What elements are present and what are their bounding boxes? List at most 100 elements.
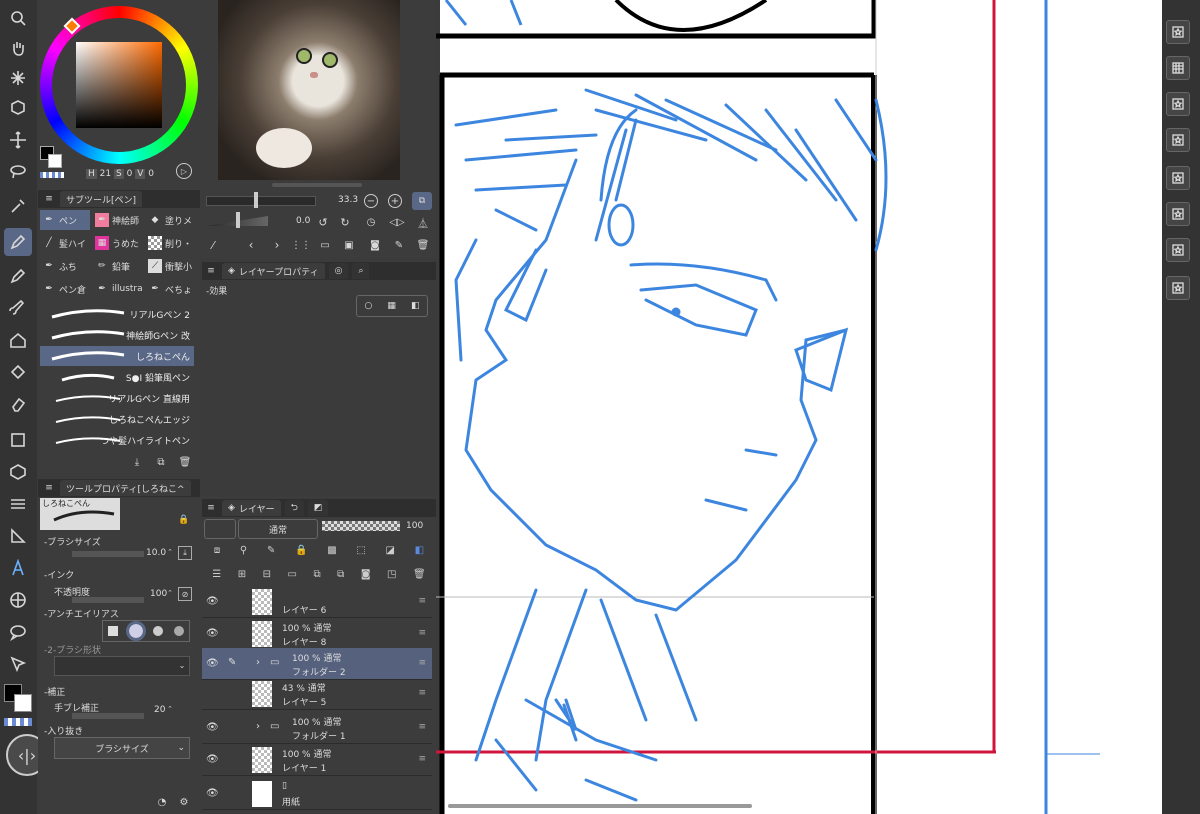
brush-preset-item[interactable]: つや髪ハイライトペン: [40, 430, 194, 450]
zoom-tool-icon[interactable]: [4, 4, 32, 32]
zoom-slider-handle[interactable]: [254, 192, 258, 208]
eyedropper-tool-icon[interactable]: [4, 192, 32, 220]
stepper-icon[interactable]: ⌃: [166, 587, 174, 599]
effect-buttons[interactable]: ○ ▦ ◧: [356, 295, 428, 317]
subtool-item[interactable]: ╱ 髪ハイ: [40, 233, 90, 253]
tab-layer-property[interactable]: ◈ レイヤープロパティ: [222, 263, 325, 279]
layer-row[interactable]: 👁 レイヤー 6 ≡: [202, 586, 432, 618]
subtool-item[interactable]: ✒ ふち: [40, 256, 90, 276]
eyedropper-small-icon[interactable]: ⁄: [206, 238, 220, 252]
brush-tool-icon[interactable]: [4, 294, 32, 322]
tab-layers[interactable]: ◈ レイヤー: [222, 500, 281, 516]
taper-select[interactable]: ブラシサイズ ⌄: [54, 737, 190, 759]
layer-row[interactable]: 👁 › ▭ 100 % 通常 フォルダー 1 ≡: [202, 712, 432, 744]
subtool-item[interactable]: ⟋ 衝撃小: [146, 256, 198, 276]
antialias-weak-icon[interactable]: [125, 621, 146, 641]
brush-preset-item[interactable]: しろねこぺんエッジ: [40, 409, 194, 429]
layer-color-icon[interactable]: ◧: [415, 545, 424, 556]
brush-shape-select[interactable]: [54, 656, 190, 676]
transfer-down-icon[interactable]: ⧉: [314, 569, 321, 580]
rotate-right-icon[interactable]: ↻: [338, 215, 352, 229]
folder-open-icon[interactable]: ▭: [318, 238, 332, 252]
new-canvas-icon[interactable]: ▣: [342, 238, 356, 252]
menu-icon[interactable]: ≡: [204, 503, 218, 513]
lock-transparent-icon[interactable]: ▩: [327, 545, 336, 556]
folder-expand-icon[interactable]: ›: [256, 657, 260, 668]
zoom-slider[interactable]: [206, 196, 316, 206]
eraser-tool-icon[interactable]: [4, 390, 32, 418]
hand-tool-icon[interactable]: [4, 34, 32, 62]
frame-tool-icon[interactable]: [4, 490, 32, 518]
tab-layer-search[interactable]: ◎: [328, 263, 349, 279]
stabilization-value[interactable]: 20: [154, 705, 165, 715]
size-menu-icon[interactable]: ⤓: [178, 546, 192, 560]
stepper-icon[interactable]: ⌃: [166, 546, 174, 558]
sub-color-chip[interactable]: [48, 154, 62, 168]
reset-icon[interactable]: ◔: [156, 796, 168, 808]
subtool-item[interactable]: ✒ illustra: [93, 279, 143, 299]
antialias-none-icon[interactable]: [108, 626, 119, 636]
brush-preset-item[interactable]: しろねこぺん: [40, 346, 194, 366]
visibility-eye-icon[interactable]: 👁: [206, 722, 219, 734]
mask-icon[interactable]: ⬚: [356, 545, 365, 556]
decoration-tool-icon[interactable]: [4, 326, 32, 354]
layer-menu-icon[interactable]: ≡: [418, 722, 426, 732]
menu-icon[interactable]: ≡: [42, 483, 56, 493]
flip-vertical-icon[interactable]: ⏅: [416, 215, 430, 230]
layer-opacity-slider[interactable]: [322, 521, 400, 531]
subtool-item[interactable]: ✒ 神絵師: [93, 210, 143, 230]
layer-row[interactable]: 👁 ✎ › ▭ 100 % 通常 フォルダー 2 ≡: [202, 648, 432, 680]
lock-icon[interactable]: 🔒: [178, 514, 190, 526]
brush-size-value[interactable]: 10.0: [146, 548, 166, 558]
visibility-eye-icon[interactable]: 👁: [206, 628, 219, 640]
grid-view-icon[interactable]: ⋮⋮: [291, 238, 311, 252]
layer-color-icon[interactable]: ◧: [411, 301, 420, 311]
material-favorite-icon[interactable]: [1166, 128, 1190, 152]
brush-size-slider[interactable]: [72, 551, 144, 557]
new-vector-layer-icon[interactable]: ⊟: [263, 569, 271, 580]
material-favorite-icon[interactable]: [1166, 202, 1190, 226]
move-tool-icon[interactable]: [4, 126, 32, 154]
visibility-eye-icon[interactable]: 👁: [206, 754, 219, 766]
material-favorite-icon[interactable]: [1166, 20, 1190, 44]
object-tool-icon[interactable]: [4, 94, 32, 122]
material-favorite-icon[interactable]: [1166, 276, 1190, 300]
brush-preset-item[interactable]: リアルGペン 直線用: [40, 388, 194, 408]
opacity-slider[interactable]: [72, 597, 144, 603]
material-favorite-icon[interactable]: [1166, 238, 1190, 262]
layer-menu-icon[interactable]: ≡: [418, 754, 426, 764]
mask-apply-icon[interactable]: ◪: [386, 545, 395, 556]
text-tool-icon[interactable]: [4, 554, 32, 582]
material-favorite-icon[interactable]: [1166, 166, 1190, 190]
reference-icon[interactable]: ⚲: [240, 545, 247, 556]
settings-icon[interactable]: ⚙: [178, 796, 190, 808]
flip-horizontal-icon[interactable]: ◁▷: [389, 215, 404, 229]
fit-view-icon[interactable]: ⧉: [412, 192, 432, 210]
border-effect-icon[interactable]: ○: [365, 301, 373, 311]
draft-icon[interactable]: ✎: [267, 545, 275, 556]
visibility-eye-icon[interactable]: 👁: [206, 658, 219, 670]
antialias-mid-icon[interactable]: [153, 626, 164, 636]
edit-icon[interactable]: ✎: [392, 238, 406, 252]
layer-menu-icon[interactable]: ≡: [418, 658, 426, 668]
layer-color-toggle[interactable]: [204, 519, 236, 539]
visibility-eye-icon[interactable]: 👁: [206, 596, 219, 608]
folder-expand-icon[interactable]: ›: [256, 721, 260, 732]
tab-search[interactable]: ⌕: [352, 263, 370, 279]
download-icon[interactable]: ⤓: [130, 455, 144, 469]
subtool-item[interactable]: ◆ 塗りメ: [146, 210, 198, 230]
new-raster-layer-icon[interactable]: ⊞: [238, 569, 246, 580]
opacity-menu-icon[interactable]: ⊘: [178, 587, 192, 601]
delete-icon[interactable]: 🗑: [178, 455, 192, 469]
blend-mode-select[interactable]: 通常: [238, 519, 318, 539]
rotation-slider-handle[interactable]: [236, 212, 240, 228]
antialias-strong-icon[interactable]: [173, 626, 184, 636]
zoom-out-icon[interactable]: −: [364, 194, 378, 208]
rotate-left-icon[interactable]: ↺: [316, 215, 330, 229]
trash-icon[interactable]: 🗑: [416, 238, 430, 252]
balloon-grid-tool-icon[interactable]: [4, 586, 32, 614]
brush-preset-item[interactable]: リアルGペン 2: [40, 304, 194, 324]
antialias-selector[interactable]: [102, 620, 190, 642]
tab-auto-action[interactable]: ◩: [307, 500, 329, 516]
duplicate-icon[interactable]: ⧉: [154, 455, 168, 469]
